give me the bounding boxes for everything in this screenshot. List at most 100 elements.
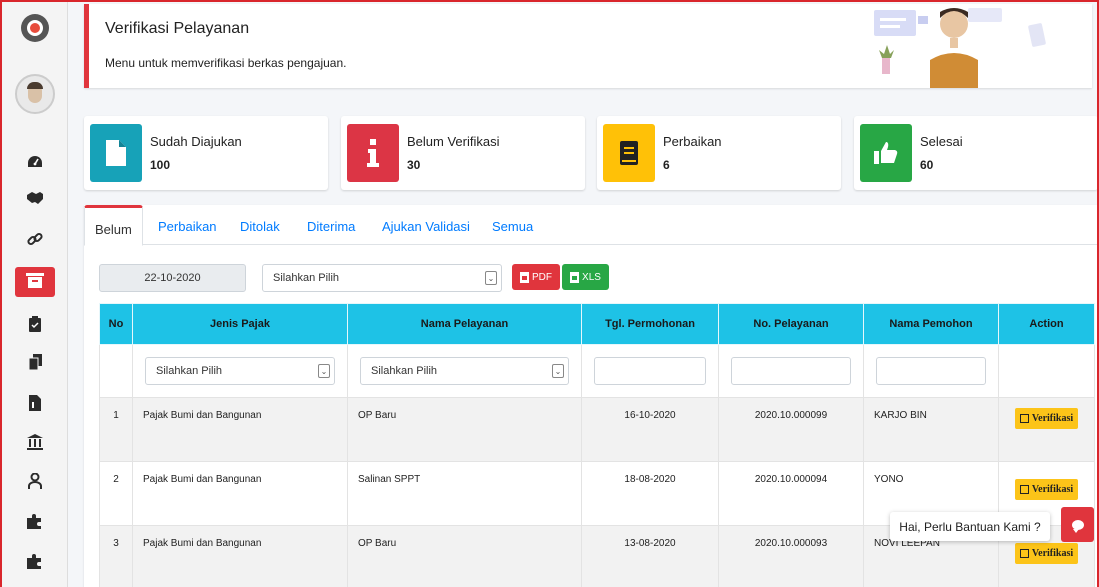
cell-no: 2 — [99, 461, 133, 526]
cell-nama-pelayanan: Salinan SPPT — [347, 461, 582, 526]
verifikasi-button[interactable]: Verifikasi — [1014, 479, 1079, 500]
tab-semua[interactable]: Semua — [492, 219, 533, 234]
edit-icon — [1019, 414, 1029, 423]
app-window: Verifikasi Pelayanan Menu untuk memverif… — [0, 0, 1099, 587]
stat-value: 60 — [920, 158, 934, 172]
stat-card-perbaikan[interactable]: Perbaikan 6 — [597, 116, 841, 190]
verifikasi-button[interactable]: Verifikasi — [1014, 543, 1079, 564]
tgl-permohonan-filter[interactable] — [594, 357, 706, 385]
table-filter-row: Silahkan Pilih ⌄ Silahkan Pilih ⌄ — [99, 344, 1095, 398]
tab-perbaikan[interactable]: Perbaikan — [158, 219, 217, 234]
verifikasi-label: Verifikasi — [1031, 484, 1074, 495]
export-xls-button[interactable]: XLS — [562, 264, 609, 290]
logo-icon[interactable] — [21, 14, 49, 42]
cell-no: 1 — [99, 397, 133, 462]
cell-jenis-pajak: Pajak Bumi dan Bangunan — [132, 397, 348, 462]
cell-no-pelayanan: 2020.10.000099 — [718, 397, 864, 462]
column-header[interactable]: Jenis Pajak — [132, 303, 348, 345]
jenis-pajak-filter[interactable]: Silahkan Pilih ⌄ — [145, 357, 335, 385]
stat-card-sudah-diajukan[interactable]: Sudah Diajukan 100 — [84, 116, 328, 190]
cell-nama-pelayanan: OP Baru — [347, 525, 582, 587]
book-icon — [603, 124, 655, 182]
stat-card-belum-verifikasi[interactable]: Belum Verifikasi 30 — [341, 116, 585, 190]
chat-button[interactable] — [1061, 507, 1094, 542]
no-pelayanan-filter[interactable] — [731, 357, 851, 385]
status-select-value: Silahkan Pilih — [273, 272, 340, 284]
link-icon[interactable] — [25, 229, 45, 249]
dashboard-icon[interactable] — [25, 152, 45, 172]
cell-nama-pelayanan: OP Baru — [347, 397, 582, 462]
stat-value: 30 — [407, 158, 421, 172]
column-header[interactable]: No — [99, 303, 133, 345]
stat-card-selesai[interactable]: Selesai 60 — [854, 116, 1097, 190]
column-header[interactable]: Nama Pelayanan — [347, 303, 582, 345]
excel-file-icon — [570, 271, 580, 283]
cell-jenis-pajak: Pajak Bumi dan Bangunan — [132, 525, 348, 587]
copy-icon[interactable] — [25, 352, 45, 372]
date-field[interactable]: 22-10-2020 — [99, 264, 246, 292]
cell-no: 3 — [99, 525, 133, 587]
chevron-down-icon: ⌄ — [552, 364, 564, 378]
stat-value: 100 — [150, 158, 171, 172]
nama-pemohon-filter[interactable] — [876, 357, 986, 385]
tab-ditolak[interactable]: Ditolak — [240, 219, 280, 234]
stat-label: Selesai — [920, 134, 963, 149]
handshake-icon[interactable] — [25, 188, 45, 208]
stat-label: Belum Verifikasi — [407, 134, 500, 149]
cell-nama-pemohon: KARJO BIN — [863, 397, 999, 462]
export-xls-label: XLS — [582, 271, 601, 283]
nama-pelayanan-filter-value: Silahkan Pilih — [371, 365, 438, 377]
chevron-down-icon: ⌄ — [485, 271, 497, 285]
clipboard-icon[interactable] — [25, 314, 45, 334]
verifikasi-label: Verifikasi — [1031, 548, 1074, 559]
table-header-row: No Jenis Pajak Nama Pelayanan Tgl. Permo… — [99, 303, 1095, 345]
user-tie-icon[interactable] — [25, 471, 45, 491]
bank-icon[interactable] — [25, 432, 45, 452]
pdf-file-icon — [520, 271, 529, 283]
edit-icon — [1019, 549, 1029, 558]
stat-label: Sudah Diajukan — [150, 134, 242, 149]
cell-no-pelayanan: 2020.10.000093 — [718, 525, 864, 587]
cell-tgl-permohonan: 13-08-2020 — [581, 525, 719, 587]
archive-icon[interactable] — [15, 267, 55, 297]
header-illustration — [834, 4, 1074, 88]
column-header[interactable]: Tgl. Permohonan — [581, 303, 719, 345]
puzzle-icon[interactable] — [25, 551, 45, 571]
edit-icon — [1019, 485, 1029, 494]
tab-belum[interactable]: Belum — [84, 205, 143, 246]
cell-tgl-permohonan: 16-10-2020 — [581, 397, 719, 462]
avatar[interactable] — [15, 74, 55, 114]
thumbs-up-icon — [860, 124, 912, 182]
table-row: 1 Pajak Bumi dan Bangunan OP Baru 16-10-… — [99, 397, 1095, 462]
stat-value: 6 — [663, 158, 670, 172]
export-pdf-button[interactable]: PDF — [512, 264, 560, 290]
chevron-down-icon: ⌄ — [318, 364, 330, 378]
cell-no-pelayanan: 2020.10.000094 — [718, 461, 864, 526]
sidebar — [2, 2, 68, 587]
tab-bar: Belum Perbaikan Ditolak Diterima Ajukan … — [84, 205, 1097, 246]
puzzle-icon[interactable] — [25, 511, 45, 531]
chat-prompt[interactable]: Hai, Perlu Bantuan Kami ? — [890, 512, 1050, 541]
verifikasi-label: Verifikasi — [1031, 413, 1074, 424]
export-pdf-label: PDF — [532, 271, 552, 283]
verifikasi-button[interactable]: Verifikasi — [1014, 408, 1079, 429]
verification-table: No Jenis Pajak Nama Pelayanan Tgl. Permo… — [99, 303, 1095, 587]
nama-pelayanan-filter[interactable]: Silahkan Pilih ⌄ — [360, 357, 569, 385]
column-header[interactable]: No. Pelayanan — [718, 303, 864, 345]
tab-diterima[interactable]: Diterima — [307, 219, 355, 234]
column-header[interactable]: Nama Pemohon — [863, 303, 999, 345]
cell-tgl-permohonan: 18-08-2020 — [581, 461, 719, 526]
page-subtitle: Menu untuk memverifikasi berkas pengajua… — [105, 56, 347, 70]
stat-label: Perbaikan — [663, 134, 722, 149]
page-title: Verifikasi Pelayanan — [105, 20, 250, 37]
file-icon[interactable] — [25, 393, 45, 413]
jenis-pajak-filter-value: Silahkan Pilih — [156, 365, 223, 377]
cell-jenis-pajak: Pajak Bumi dan Bangunan — [132, 461, 348, 526]
file-icon — [90, 124, 142, 182]
chat-icon — [1071, 519, 1084, 533]
column-header[interactable]: Action — [998, 303, 1095, 345]
status-select[interactable]: Silahkan Pilih ⌄ — [262, 264, 502, 292]
tab-ajukan-validasi[interactable]: Ajukan Validasi — [382, 219, 470, 234]
info-icon — [347, 124, 399, 182]
page-header: Verifikasi Pelayanan Menu untuk memverif… — [84, 4, 1092, 88]
